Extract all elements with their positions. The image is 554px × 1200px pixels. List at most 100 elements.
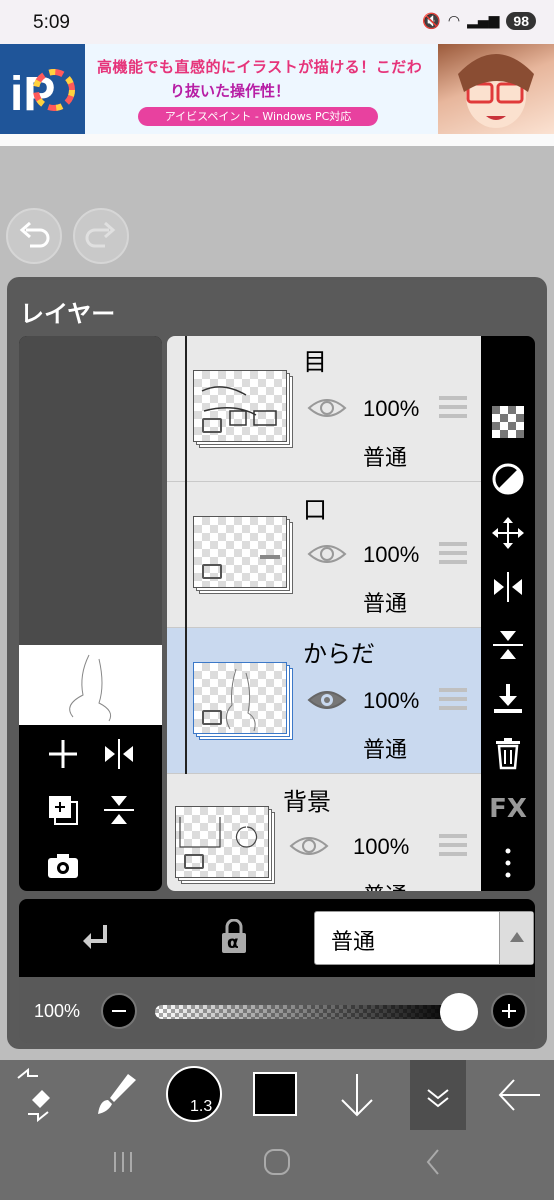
layer-blend-mode: 普通	[363, 878, 407, 891]
folder-icon	[202, 710, 222, 725]
fx-label[interactable]: FX	[481, 796, 535, 822]
blend-mode-value: 普通	[331, 930, 376, 955]
collapse-panel-button[interactable]	[410, 1060, 466, 1130]
more-icon[interactable]	[481, 846, 535, 886]
layer-down-button[interactable]	[334, 1060, 380, 1130]
canvas-preview-area	[19, 336, 162, 645]
folder-icon	[184, 854, 204, 869]
layer-opacity: 100%	[363, 542, 420, 567]
list-item[interactable]: 背景 100% 普通	[167, 774, 481, 891]
layer-name: 目	[303, 348, 327, 376]
status-time: 5:09	[33, 12, 70, 33]
arrow-left-icon	[498, 1079, 540, 1111]
layer-opacity: 100%	[363, 688, 420, 713]
mute-icon: 🔇	[422, 12, 441, 30]
layer-blend-mode: 普通	[363, 592, 408, 617]
signal-icon: ▂▄▆	[467, 13, 500, 29]
undo-icon	[19, 221, 50, 248]
drag-handle-icon[interactable]	[439, 396, 467, 420]
system-back-icon[interactable]	[414, 1142, 454, 1182]
add-layer-icon[interactable]	[45, 736, 81, 778]
transform-eraser-icon	[17, 1067, 50, 1123]
opacity-slider[interactable]	[155, 1005, 459, 1019]
layer-name: 口	[303, 496, 327, 524]
opacity-value: 100%	[34, 1001, 81, 1021]
system-nav-bar	[0, 1130, 554, 1200]
transform-tool-button[interactable]	[10, 1060, 60, 1130]
opacity-decrease-button[interactable]	[101, 993, 137, 1029]
brush-size-value: 1.3	[190, 1098, 213, 1115]
ad-headline-1: 高機能でも直感的にイラストが描ける！こだわ	[97, 58, 423, 76]
layer-opacity: 100%	[353, 834, 410, 859]
undo-button[interactable]	[6, 208, 62, 264]
layer-list: 目 100% 普通 口 100% 普通 からだ 100% 普通 背景 100%	[167, 336, 481, 891]
ibis-logo: iP	[0, 44, 85, 134]
layer-thumbnail	[175, 806, 269, 878]
opacity-slider-knob[interactable]	[440, 993, 478, 1031]
layer-thumbnail	[193, 516, 287, 588]
list-item[interactable]: 目 100% 普通	[167, 336, 481, 482]
plus-icon	[502, 1004, 516, 1018]
battery-badge: 98	[506, 12, 536, 30]
bottom-toolbar: 1.3	[0, 1060, 554, 1130]
list-item[interactable]: 口 100% 普通	[167, 482, 481, 628]
panel-title: レイヤー	[20, 300, 116, 328]
layer-blend-mode: 普通	[363, 738, 408, 763]
opacity-increase-button[interactable]	[491, 993, 527, 1029]
drag-handle-icon[interactable]	[439, 688, 467, 712]
color-swatch-button[interactable]	[253, 1072, 297, 1116]
brush-tool-button[interactable]	[88, 1060, 138, 1130]
brush-icon	[98, 1074, 136, 1114]
eye-icon[interactable]	[307, 396, 347, 420]
drag-handle-icon[interactable]	[439, 542, 467, 566]
move-icon[interactable]	[481, 516, 535, 556]
ad-banner[interactable]: iP 高機能でも直感的にイラストが描ける！こだわ り抜いた操作性！ アイビスペイ…	[0, 44, 554, 134]
layer-thumbnail	[193, 662, 287, 734]
redo-icon	[85, 221, 116, 248]
redo-button[interactable]	[73, 208, 129, 264]
blend-bar: α 普通	[19, 899, 535, 977]
status-bar: 5:09 🔇 ◠ ▂▄▆ 98	[0, 0, 554, 44]
folder-icon	[202, 418, 222, 433]
home-icon[interactable]	[257, 1142, 297, 1182]
brush-size-button[interactable]: 1.3	[166, 1066, 222, 1122]
layer-name: 背景	[283, 788, 331, 816]
eye-icon[interactable]	[307, 688, 347, 712]
invert-icon[interactable]	[481, 462, 535, 502]
arrow-down-icon	[341, 1074, 373, 1117]
ad-pill: アイビスペイント - Windows PC対応	[138, 107, 378, 126]
layer-opacity: 100%	[363, 396, 420, 421]
eye-icon[interactable]	[289, 834, 329, 858]
checker-icon[interactable]	[481, 406, 535, 444]
list-item-selected[interactable]: からだ 100% 普通	[167, 628, 481, 774]
clipping-icon[interactable]	[77, 919, 117, 959]
flip-horizontal-icon[interactable]	[481, 570, 535, 610]
blend-mode-select[interactable]: 普通	[314, 911, 534, 965]
camera-icon[interactable]	[45, 848, 81, 890]
drag-handle-icon[interactable]	[439, 834, 467, 858]
chevron-double-down-icon	[427, 1089, 449, 1108]
folder-icon	[202, 564, 222, 579]
wifi-icon: ◠	[447, 13, 461, 29]
back-button[interactable]	[494, 1060, 544, 1130]
ad-character-image	[438, 44, 554, 134]
layer-blend-mode: 普通	[363, 446, 408, 471]
alpha-lock-icon[interactable]: α	[219, 918, 249, 955]
layer-actions	[19, 336, 162, 891]
layer-tool-column: FX	[481, 336, 535, 891]
eye-icon[interactable]	[307, 542, 347, 566]
canvas-thumbnail[interactable]	[19, 645, 162, 725]
flip-layer-horizontal-icon[interactable]	[101, 736, 137, 778]
chevron-up-icon	[499, 912, 533, 964]
flip-vertical-icon[interactable]	[481, 628, 535, 668]
merge-down-icon[interactable]	[481, 682, 535, 722]
duplicate-layer-icon[interactable]	[45, 792, 81, 834]
opacity-bar: 100%	[19, 977, 535, 1043]
trash-icon[interactable]	[481, 736, 535, 776]
layer-panel: レイヤー 目 100% 普通 口 100% 普通 からだ 100% 普通 背景 …	[7, 277, 547, 1049]
ad-headline-2: り抜いた操作性！	[170, 82, 291, 100]
flip-layer-vertical-icon[interactable]	[101, 792, 137, 834]
alpha-label: α	[227, 933, 239, 953]
recent-apps-icon[interactable]	[103, 1142, 143, 1182]
ibis-logo-text: iP	[10, 68, 55, 121]
